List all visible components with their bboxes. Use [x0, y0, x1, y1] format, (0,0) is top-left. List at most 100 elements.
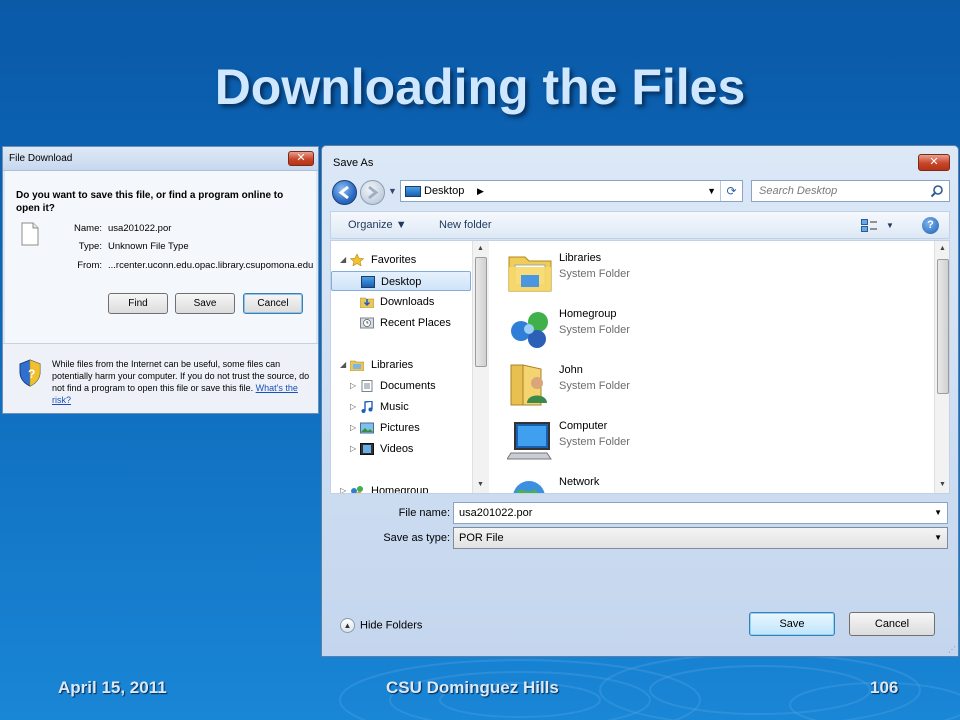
nav-label: Desktop: [381, 276, 422, 288]
address-dropdown-icon[interactable]: ▼: [707, 186, 716, 196]
nav-item-videos[interactable]: ▷ Videos: [331, 439, 471, 459]
expand-arrow-icon[interactable]: ▷: [350, 439, 356, 459]
navigation-pane: ◢ Favorites Desktop Downloads Recent Pla…: [331, 241, 489, 494]
nav-label: Documents: [380, 380, 436, 392]
item-name: Homegroup: [559, 308, 617, 320]
scrollbar-thumb[interactable]: [937, 259, 949, 394]
file-from-value: ...rcenter.uconn.edu.opac.library.csupom…: [108, 260, 314, 271]
file-name-field[interactable]: usa201022.por ▼: [453, 502, 948, 524]
expand-arrow-icon[interactable]: ▷: [350, 397, 356, 417]
item-name: Libraries: [559, 252, 602, 264]
cancel-button[interactable]: Cancel: [849, 612, 935, 636]
file-download-dialog: File Download ✕ Do you want to save this…: [2, 146, 319, 414]
expand-arrow-icon[interactable]: ▷: [340, 481, 346, 493]
scrollbar-thumb[interactable]: [475, 257, 487, 367]
save-as-close-button[interactable]: ✕: [918, 154, 950, 171]
libraries-folder-icon: [508, 256, 552, 292]
nav-label: Favorites: [371, 254, 417, 266]
search-input[interactable]: Search Desktop: [751, 180, 950, 202]
item-type: System Folder: [559, 268, 630, 280]
security-warning: While files from the Internet can be use…: [52, 358, 314, 406]
expand-arrow-icon[interactable]: ◢: [340, 250, 346, 270]
file-type-row: Type: Unknown File Type: [43, 241, 189, 252]
nav-item-downloads[interactable]: Downloads: [331, 292, 471, 312]
nav-label: Music: [380, 401, 409, 413]
nav-label: Recent Places: [380, 317, 451, 329]
desktop-icon: [405, 186, 421, 197]
nav-label: Pictures: [380, 422, 420, 434]
file-name-dropdown-icon[interactable]: ▼: [934, 508, 942, 517]
nav-label: Libraries: [371, 359, 414, 371]
item-type: System Folder: [559, 380, 630, 392]
nav-item-music[interactable]: ▷ Music: [331, 397, 471, 417]
find-button[interactable]: Find: [108, 293, 168, 314]
nav-item-recent-places[interactable]: Recent Places: [331, 313, 471, 333]
refresh-button[interactable]: ⟳: [720, 181, 742, 201]
scroll-up-icon[interactable]: ▲: [477, 245, 484, 252]
resize-grip-icon[interactable]: ⋰: [948, 645, 956, 654]
nav-item-homegroup[interactable]: ▷ Homegroup: [331, 481, 471, 494]
list-item[interactable]: Homegroup System Folder: [507, 305, 807, 355]
item-name: Computer: [559, 420, 608, 432]
recent-locations-dropdown[interactable]: ▼: [388, 186, 397, 196]
scroll-up-icon[interactable]: ▲: [939, 245, 946, 252]
address-location[interactable]: Desktop: [424, 185, 464, 197]
file-download-title: File Download: [9, 153, 73, 164]
nav-label: Homegroup: [371, 485, 429, 494]
expand-arrow-icon[interactable]: ▷: [350, 418, 356, 438]
address-chevron-icon[interactable]: ▶: [477, 186, 484, 197]
list-item[interactable]: Network: [507, 473, 807, 493]
file-from-label: From:: [77, 260, 102, 271]
nav-item-documents[interactable]: ▷ Documents: [331, 376, 471, 396]
save-button[interactable]: Save: [749, 612, 835, 636]
user-folder-icon: [510, 364, 547, 406]
file-name-row: Name: usa201022.por: [43, 223, 171, 234]
item-type: System Folder: [559, 324, 630, 336]
save-as-title: Save As: [333, 157, 374, 169]
nav-item-libraries[interactable]: ◢ Libraries: [331, 355, 471, 375]
back-button[interactable]: [332, 180, 357, 205]
nav-item-desktop[interactable]: Desktop: [331, 271, 471, 291]
navigation-scrollbar[interactable]: ▲ ▼: [472, 241, 489, 493]
scroll-down-icon[interactable]: ▼: [939, 481, 946, 488]
hide-folders-button[interactable]: ▲ Hide Folders: [340, 618, 422, 633]
videos-icon: [360, 443, 374, 455]
recent-places-icon: [360, 317, 374, 329]
item-name: John: [559, 364, 583, 376]
nav-item-favorites[interactable]: ◢ Favorites: [331, 250, 471, 270]
file-download-close-button[interactable]: ✕: [288, 151, 314, 166]
list-item[interactable]: John System Folder: [507, 361, 807, 411]
file-list-scrollbar[interactable]: ▲ ▼: [934, 241, 949, 493]
new-folder-button[interactable]: New folder: [439, 219, 492, 231]
collapse-icon: ▲: [340, 618, 355, 633]
list-item[interactable]: Libraries System Folder: [507, 249, 807, 299]
file-name-value[interactable]: usa201022.por: [459, 507, 532, 519]
cancel-button[interactable]: Cancel: [243, 293, 303, 314]
save-button[interactable]: Save: [175, 293, 235, 314]
expand-arrow-icon[interactable]: ▷: [350, 376, 356, 396]
scroll-down-icon[interactable]: ▼: [477, 481, 484, 488]
nav-item-pictures[interactable]: ▷ Pictures: [331, 418, 471, 438]
save-as-type-label: Save as type:: [383, 532, 450, 544]
save-as-type-value[interactable]: POR File: [459, 532, 504, 544]
item-type: System Folder: [559, 436, 630, 448]
view-dropdown[interactable]: ▼: [886, 221, 894, 230]
change-view-icon[interactable]: [861, 219, 877, 232]
search-icon[interactable]: [930, 184, 944, 198]
help-button[interactable]: ?: [922, 217, 939, 234]
desktop-icon: [361, 276, 375, 288]
hide-folders-label: Hide Folders: [360, 619, 423, 632]
list-item[interactable]: Computer System Folder: [507, 417, 807, 467]
footer-page-number: 106: [870, 678, 899, 697]
save-as-type-dropdown-icon[interactable]: ▼: [934, 533, 942, 542]
file-download-titlebar[interactable]: File Download ✕: [3, 147, 318, 171]
organize-button[interactable]: Organize ▼: [348, 219, 407, 231]
footer-date: April 15, 2011: [58, 678, 167, 697]
save-as-type-select[interactable]: POR File ▼: [453, 527, 948, 549]
file-list: Libraries System Folder Homegroup System…: [489, 241, 934, 493]
network-icon: [513, 481, 545, 493]
address-bar[interactable]: Desktop ▶ ▼ ⟳: [400, 180, 743, 202]
forward-button[interactable]: [360, 180, 385, 205]
expand-arrow-icon[interactable]: ◢: [340, 355, 346, 375]
document-icon: [21, 222, 39, 246]
